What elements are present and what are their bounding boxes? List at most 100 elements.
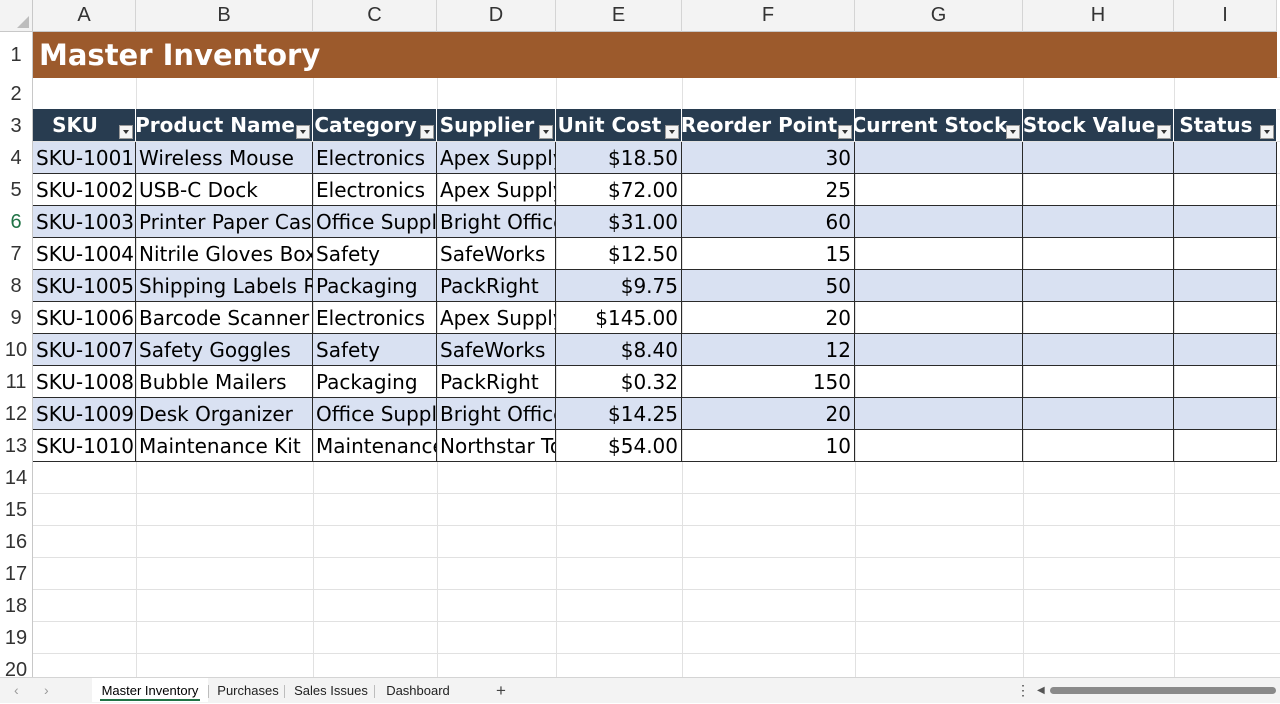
- table-cell[interactable]: [1023, 206, 1174, 238]
- table-cell[interactable]: SKU-1005: [33, 270, 136, 302]
- column-header-h[interactable]: H: [1023, 0, 1174, 32]
- table-cell[interactable]: [1023, 238, 1174, 270]
- table-cell[interactable]: 15: [682, 238, 855, 270]
- table-cell[interactable]: [1023, 302, 1174, 334]
- filter-dropdown-icon[interactable]: [838, 125, 852, 139]
- table-cell[interactable]: [855, 398, 1023, 430]
- row-header-12[interactable]: 12: [0, 398, 33, 430]
- table-cell[interactable]: Desk Organizer: [136, 398, 313, 430]
- column-header-f[interactable]: F: [682, 0, 855, 32]
- column-header-a[interactable]: A: [33, 0, 136, 32]
- table-cell[interactable]: Electronics: [313, 302, 437, 334]
- table-cell[interactable]: $9.75: [556, 270, 682, 302]
- table-cell[interactable]: [1023, 142, 1174, 174]
- table-cell[interactable]: [1174, 238, 1277, 270]
- table-cell[interactable]: [1023, 334, 1174, 366]
- table-cell[interactable]: 50: [682, 270, 855, 302]
- row-header-13[interactable]: 13: [0, 430, 33, 462]
- horizontal-scrollbar-thumb[interactable]: [1050, 687, 1276, 694]
- sheet-tab-sales-issues[interactable]: Sales Issues: [288, 678, 374, 702]
- row-header-10[interactable]: 10: [0, 334, 33, 366]
- table-cell[interactable]: Nitrile Gloves Box: [136, 238, 313, 270]
- table-cell[interactable]: 30: [682, 142, 855, 174]
- column-header-g[interactable]: G: [855, 0, 1023, 32]
- table-cell[interactable]: $54.00: [556, 430, 682, 462]
- table-cell[interactable]: SKU-1007: [33, 334, 136, 366]
- table-cell[interactable]: [1174, 174, 1277, 206]
- table-cell[interactable]: 20: [682, 302, 855, 334]
- next-sheet-icon[interactable]: ›: [44, 678, 49, 703]
- table-cell[interactable]: Apex Supply: [437, 302, 556, 334]
- row-header-1[interactable]: 1: [0, 32, 33, 78]
- scroll-left-icon[interactable]: ◀: [1037, 678, 1045, 703]
- table-cell[interactable]: SKU-1002: [33, 174, 136, 206]
- table-cell[interactable]: [1174, 270, 1277, 302]
- table-cell[interactable]: $0.32: [556, 366, 682, 398]
- table-header-product-name[interactable]: Product Name: [136, 109, 313, 141]
- table-cell[interactable]: SKU-1003: [33, 206, 136, 238]
- column-header-e[interactable]: E: [556, 0, 682, 32]
- row-header-4[interactable]: 4: [0, 142, 33, 174]
- table-cell[interactable]: $18.50: [556, 142, 682, 174]
- row-header-15[interactable]: 15: [0, 494, 33, 526]
- table-cell[interactable]: [1174, 334, 1277, 366]
- table-cell[interactable]: Apex Supply: [437, 142, 556, 174]
- row-header-5[interactable]: 5: [0, 174, 33, 206]
- table-cell[interactable]: PackRight: [437, 366, 556, 398]
- table-cell[interactable]: Maintenance: [313, 430, 437, 462]
- more-options-icon[interactable]: ⋮: [1016, 678, 1030, 703]
- add-sheet-icon[interactable]: +: [496, 678, 506, 703]
- table-cell[interactable]: Packaging: [313, 270, 437, 302]
- table-header-stock-value[interactable]: Stock Value: [1023, 109, 1174, 141]
- row-header-6[interactable]: 6: [0, 206, 33, 238]
- table-cell[interactable]: [855, 238, 1023, 270]
- table-header-current-stock[interactable]: Current Stock: [855, 109, 1023, 141]
- table-cell[interactable]: 25: [682, 174, 855, 206]
- filter-dropdown-icon[interactable]: [665, 125, 679, 139]
- row-header-14[interactable]: 14: [0, 462, 33, 494]
- table-cell[interactable]: [855, 270, 1023, 302]
- table-cell[interactable]: SKU-1004: [33, 238, 136, 270]
- table-cell[interactable]: 20: [682, 398, 855, 430]
- row-header-9[interactable]: 9: [0, 302, 33, 334]
- table-cell[interactable]: Office Suppli: [313, 206, 437, 238]
- table-cell[interactable]: [855, 206, 1023, 238]
- column-header-c[interactable]: C: [313, 0, 437, 32]
- row-header-16[interactable]: 16: [0, 526, 33, 558]
- row-header-18[interactable]: 18: [0, 590, 33, 622]
- sheet-tab-purchases[interactable]: Purchases: [212, 678, 284, 702]
- table-header-category[interactable]: Category: [313, 109, 437, 141]
- table-cell[interactable]: Electronics: [313, 174, 437, 206]
- table-cell[interactable]: SKU-1006: [33, 302, 136, 334]
- table-cell[interactable]: [1023, 270, 1174, 302]
- table-cell[interactable]: SafeWorks: [437, 334, 556, 366]
- table-cell[interactable]: USB-C Dock: [136, 174, 313, 206]
- row-header-7[interactable]: 7: [0, 238, 33, 270]
- table-cell[interactable]: $14.25: [556, 398, 682, 430]
- table-cell[interactable]: Barcode Scanner: [136, 302, 313, 334]
- table-cell[interactable]: SKU-1009: [33, 398, 136, 430]
- table-cell[interactable]: $31.00: [556, 206, 682, 238]
- table-cell[interactable]: 150: [682, 366, 855, 398]
- table-cell[interactable]: [1174, 302, 1277, 334]
- table-cell[interactable]: Bright Office: [437, 398, 556, 430]
- filter-dropdown-icon[interactable]: [1006, 125, 1020, 139]
- filter-dropdown-icon[interactable]: [1260, 125, 1274, 139]
- table-cell[interactable]: Packaging: [313, 366, 437, 398]
- table-cell[interactable]: Safety Goggles: [136, 334, 313, 366]
- table-cell[interactable]: [855, 334, 1023, 366]
- table-header-sku[interactable]: SKU: [33, 109, 136, 141]
- column-header-d[interactable]: D: [437, 0, 556, 32]
- table-cell[interactable]: SafeWorks: [437, 238, 556, 270]
- sheet-tab-master-inventory[interactable]: Master Inventory: [92, 678, 208, 702]
- table-cell[interactable]: [1023, 430, 1174, 462]
- table-cell[interactable]: Northstar To: [437, 430, 556, 462]
- table-cell[interactable]: [855, 174, 1023, 206]
- table-cell[interactable]: Bubble Mailers: [136, 366, 313, 398]
- table-cell[interactable]: [1174, 366, 1277, 398]
- table-cell[interactable]: [855, 302, 1023, 334]
- row-header-3[interactable]: 3: [0, 110, 33, 142]
- filter-dropdown-icon[interactable]: [119, 125, 133, 139]
- filter-dropdown-icon[interactable]: [296, 125, 310, 139]
- filter-dropdown-icon[interactable]: [1157, 125, 1171, 139]
